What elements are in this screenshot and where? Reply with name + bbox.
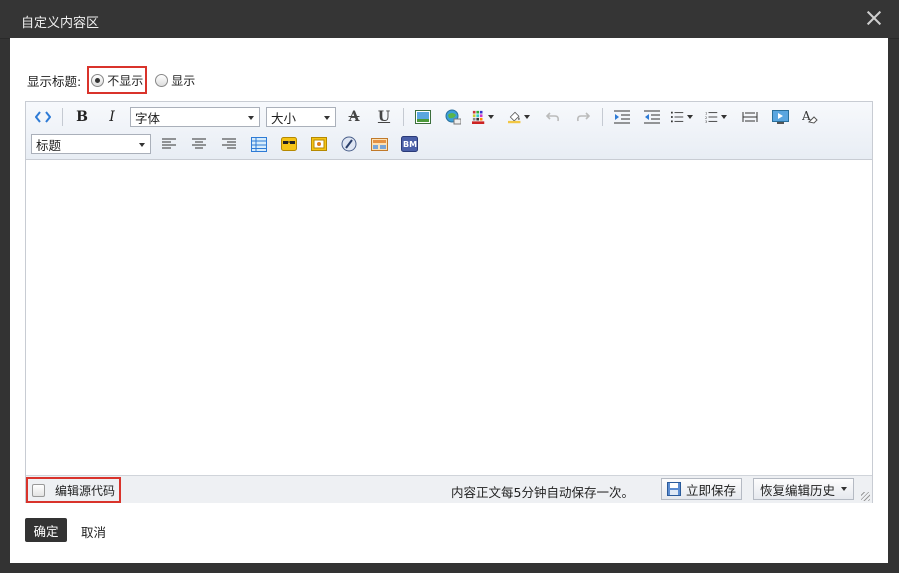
italic-button[interactable]: I — [101, 106, 123, 128]
chevron-down-icon — [488, 115, 494, 119]
toolbar-separator — [403, 108, 404, 126]
custom-content-dialog: 自定义内容区 显示标题: 不显示 显示 B I 字体 大小 A U 1 2 3 … — [0, 0, 899, 573]
dialog-titlebar: 自定义内容区 — [0, 0, 899, 39]
dialog-body: 显示标题: 不显示 显示 B I 字体 大小 A U 1 2 3 A 标题 BM… — [10, 38, 888, 563]
insert-template-icon[interactable] — [368, 133, 390, 155]
show-title-label: 显示标题: — [27, 73, 82, 89]
chevron-down-icon — [524, 115, 530, 119]
svg-text:2: 2 — [705, 116, 707, 120]
insert-flash-icon[interactable] — [308, 133, 330, 155]
edit-source-code-checkbox[interactable]: 编辑源代码 — [26, 477, 122, 503]
radio-hide-title[interactable]: 不显示 — [87, 66, 148, 94]
edit-source-code-label: 编辑源代码 — [55, 483, 116, 498]
align-right-icon[interactable] — [218, 133, 240, 155]
insert-image-icon[interactable] — [412, 106, 434, 128]
chevron-down-icon — [841, 487, 848, 491]
dialog-title: 自定义内容区 — [21, 16, 100, 31]
radio-show-title-label: 显示 — [171, 73, 196, 88]
insert-code-icon[interactable] — [338, 133, 360, 155]
underline-button[interactable]: U — [373, 106, 395, 128]
font-size-value: 大小 — [271, 110, 297, 126]
heading-value: 标题 — [36, 137, 62, 153]
radio-show-title[interactable]: 显示 — [155, 72, 195, 89]
insert-media-icon[interactable] — [769, 106, 791, 128]
radio-hide-title-label: 不显示 — [107, 73, 144, 88]
save-now-label: 立即保存 — [686, 482, 737, 498]
clear-format-icon[interactable]: A — [799, 106, 821, 128]
source-toggle-icon[interactable] — [32, 106, 54, 128]
radio-unselected-icon[interactable] — [155, 73, 169, 87]
font-size-select[interactable]: 大小 — [266, 107, 336, 127]
bold-button[interactable]: B — [71, 106, 93, 128]
editor-toolbar: B I 字体 大小 A U 1 2 3 A 标题 BM — [26, 102, 872, 160]
chevron-down-icon — [139, 143, 145, 147]
rich-text-editor: B I 字体 大小 A U 1 2 3 A 标题 BM 编辑源代码 内容正文每5… — [25, 101, 873, 503]
ordered-list-icon[interactable]: 123 — [705, 106, 727, 128]
chevron-down-icon — [324, 116, 330, 120]
autosave-notice: 内容正文每5分钟自动保存一次。 — [451, 485, 634, 500]
insert-table-icon[interactable] — [248, 133, 270, 155]
heading-select[interactable]: 标题 — [31, 134, 151, 154]
close-icon[interactable] — [865, 9, 883, 27]
background-color-icon[interactable] — [508, 106, 530, 128]
save-now-button[interactable]: 立即保存 — [661, 478, 743, 500]
align-left-icon[interactable] — [158, 133, 180, 155]
horizontal-rule-icon[interactable] — [739, 106, 761, 128]
save-icon — [667, 482, 681, 496]
toolbar-separator — [602, 108, 603, 126]
svg-text:3: 3 — [705, 120, 707, 124]
svg-text:1: 1 — [705, 111, 707, 115]
toolbar-row-2: 标题 BM — [28, 132, 424, 156]
font-family-value: 字体 — [135, 110, 161, 126]
resize-grip-icon[interactable] — [861, 492, 870, 501]
bm-icon[interactable]: BM — [398, 133, 420, 155]
font-color-icon[interactable] — [472, 106, 494, 128]
font-family-select[interactable]: 字体 — [130, 107, 260, 127]
cancel-button[interactable]: 取消 — [81, 522, 106, 541]
chevron-down-icon — [721, 115, 727, 119]
toolbar-row-1: B I 字体 大小 A U 1 2 3 A — [28, 105, 825, 129]
editor-statusbar: 编辑源代码 内容正文每5分钟自动保存一次。 立即保存 恢复编辑历史 — [26, 475, 872, 503]
radio-selected-icon[interactable] — [91, 73, 105, 87]
show-title-row: 显示标题: 不显示 显示 — [27, 66, 195, 94]
svg-text:BM: BM — [403, 140, 417, 149]
checkbox-icon[interactable] — [32, 483, 45, 497]
indent-icon[interactable] — [611, 106, 633, 128]
restore-history-label: 恢复编辑历史 — [760, 482, 836, 498]
chevron-down-icon — [687, 115, 693, 119]
restore-history-button[interactable]: 恢复编辑历史 — [753, 478, 855, 500]
align-center-icon[interactable] — [188, 133, 210, 155]
strikethrough-button[interactable]: A — [343, 106, 365, 128]
editor-content-area[interactable] — [26, 160, 872, 475]
insert-emoticon-icon[interactable] — [278, 133, 300, 155]
redo-icon[interactable] — [572, 106, 594, 128]
undo-icon[interactable] — [542, 106, 564, 128]
confirm-button[interactable]: 确定 — [25, 518, 67, 542]
outdent-icon[interactable] — [641, 106, 663, 128]
toolbar-separator — [62, 108, 63, 126]
chevron-down-icon — [248, 116, 254, 120]
unordered-list-icon[interactable] — [671, 106, 693, 128]
insert-link-icon[interactable] — [442, 106, 464, 128]
